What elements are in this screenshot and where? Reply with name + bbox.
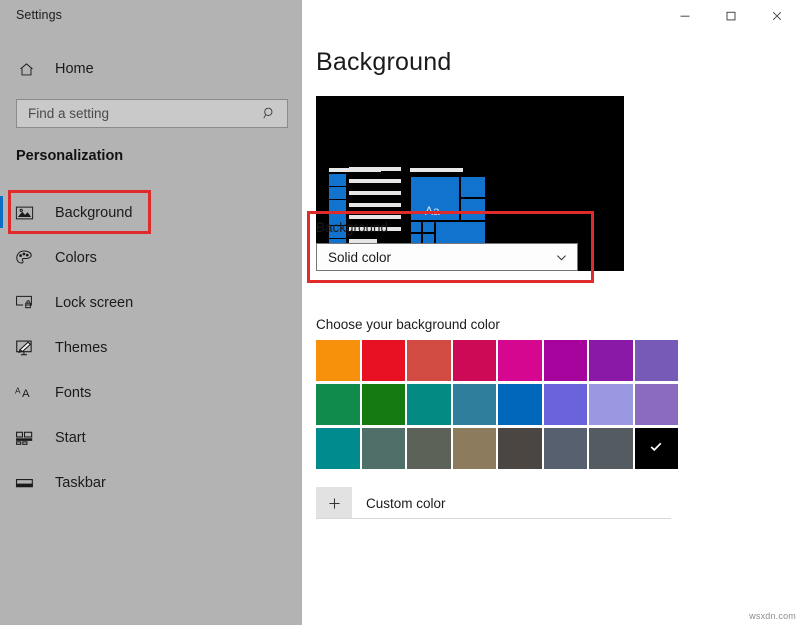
chevron-down-icon[interactable]	[555, 251, 568, 264]
selection-accent-bar	[0, 376, 3, 408]
custom-color-label: Custom color	[366, 496, 446, 511]
color-swatch[interactable]	[362, 340, 406, 381]
app-title: Settings	[16, 8, 62, 22]
close-icon[interactable]	[754, 0, 800, 32]
color-swatch[interactable]	[362, 384, 406, 425]
preview-tile-group-header	[410, 168, 463, 172]
sidebar-item-lock-screen[interactable]: Lock screen	[0, 280, 302, 325]
svg-text:A: A	[15, 385, 21, 395]
sidebar-item-lock-screen-label: Lock screen	[55, 295, 133, 311]
sidebar-item-background[interactable]: Background	[0, 190, 302, 235]
color-swatch[interactable]	[407, 340, 451, 381]
sidebar-item-background-label: Background	[55, 205, 132, 221]
page-title: Background	[316, 48, 451, 77]
color-swatch[interactable]	[316, 340, 360, 381]
color-swatch[interactable]	[544, 428, 588, 469]
sidebar-item-taskbar[interactable]: Taskbar	[0, 460, 302, 505]
color-swatch-grid	[316, 340, 678, 469]
color-swatch[interactable]	[544, 384, 588, 425]
search-input[interactable]	[17, 100, 256, 127]
color-swatch[interactable]	[498, 340, 542, 381]
preview-tile-text: Aa	[425, 204, 440, 218]
background-type-value: Solid color	[328, 250, 391, 265]
sidebar-item-themes-label: Themes	[55, 340, 107, 356]
start-tiles-icon	[15, 427, 39, 449]
sidebar: Settings Home Personalization	[0, 0, 302, 625]
selection-accent-bar	[0, 196, 3, 228]
sidebar-item-fonts[interactable]: A A Fonts	[0, 370, 302, 415]
preview-tile	[460, 198, 486, 221]
preview-tile-large: Aa	[410, 176, 460, 221]
fonts-aa-icon: A A	[15, 382, 39, 404]
sidebar-nav: Background Colors	[0, 190, 302, 505]
color-swatch[interactable]	[635, 428, 679, 469]
taskbar-icon	[15, 472, 39, 494]
sidebar-item-home[interactable]: Home	[0, 52, 302, 86]
content-pane: Background Aa	[302, 0, 800, 625]
settings-window: Settings Home Personalization	[0, 0, 800, 625]
color-swatch[interactable]	[544, 340, 588, 381]
selection-accent-bar	[0, 466, 3, 498]
check-icon	[648, 438, 664, 459]
divider	[316, 518, 671, 519]
palette-icon	[15, 247, 39, 269]
svg-text:A: A	[22, 388, 30, 400]
color-swatch[interactable]	[453, 340, 497, 381]
selection-accent-bar	[0, 421, 3, 453]
color-swatch[interactable]	[635, 384, 679, 425]
background-type-group: Background Solid color	[316, 220, 578, 271]
color-swatch[interactable]	[589, 428, 633, 469]
search-box[interactable]	[16, 99, 288, 128]
background-type-dropdown[interactable]: Solid color	[316, 243, 578, 271]
lock-screen-icon	[15, 292, 39, 314]
sidebar-item-colors[interactable]: Colors	[0, 235, 302, 280]
color-swatch[interactable]	[589, 340, 633, 381]
sidebar-item-colors-label: Colors	[55, 250, 97, 266]
plus-icon[interactable]	[316, 487, 352, 519]
color-swatch[interactable]	[316, 384, 360, 425]
custom-color-row[interactable]: Custom color	[316, 487, 669, 519]
sidebar-section-title: Personalization	[16, 148, 123, 164]
sidebar-item-taskbar-label: Taskbar	[55, 475, 106, 491]
watermark: wsxdn.com	[749, 611, 796, 621]
selection-accent-bar	[0, 241, 3, 273]
maximize-icon[interactable]	[708, 0, 754, 32]
sidebar-item-themes[interactable]: Themes	[0, 325, 302, 370]
color-swatch[interactable]	[589, 384, 633, 425]
sidebar-item-start-label: Start	[55, 430, 86, 446]
window-controls	[662, 0, 800, 32]
background-type-label: Background	[316, 220, 578, 235]
color-swatch[interactable]	[407, 384, 451, 425]
color-swatch[interactable]	[316, 428, 360, 469]
search-icon[interactable]	[256, 106, 282, 121]
color-chooser-label: Choose your background color	[316, 317, 500, 332]
image-icon	[15, 202, 39, 224]
color-swatch[interactable]	[498, 428, 542, 469]
color-swatch[interactable]	[635, 340, 679, 381]
home-icon	[15, 58, 37, 80]
sidebar-item-start[interactable]: Start	[0, 415, 302, 460]
color-swatch[interactable]	[453, 428, 497, 469]
color-swatch[interactable]	[498, 384, 542, 425]
color-swatch[interactable]	[407, 428, 451, 469]
color-swatch[interactable]	[453, 384, 497, 425]
color-swatch[interactable]	[362, 428, 406, 469]
selection-accent-bar	[0, 286, 3, 318]
preview-tile	[460, 176, 486, 198]
themes-brush-icon	[15, 337, 39, 359]
selection-accent-bar	[0, 331, 3, 363]
sidebar-item-fonts-label: Fonts	[55, 385, 91, 401]
sidebar-item-home-label: Home	[55, 61, 94, 77]
minimize-icon[interactable]	[662, 0, 708, 32]
